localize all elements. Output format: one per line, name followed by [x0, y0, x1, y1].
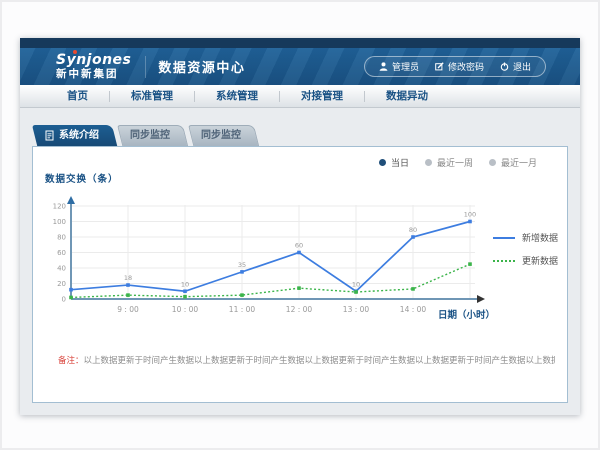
dotted-line-swatch-icon	[493, 260, 515, 262]
edit-icon	[435, 62, 444, 71]
nav-item-system-management[interactable]: 系统管理	[195, 85, 279, 107]
legend-label: 更新数据	[522, 254, 558, 267]
svg-text:10: 10	[181, 280, 189, 288]
app-window: Synjones 新中新集团 数据资源中心 管理员	[20, 38, 580, 415]
change-password-label: 修改密码	[448, 60, 484, 73]
document-icon	[45, 130, 54, 141]
svg-text:0: 0	[62, 296, 66, 304]
radio-today[interactable]: 当日	[379, 156, 409, 169]
tab-label: 系统介绍	[59, 125, 99, 146]
radio-last-month[interactable]: 最近一月	[489, 156, 537, 169]
radio-last-week[interactable]: 最近一周	[425, 156, 473, 169]
tab-label: 同步监控	[201, 125, 241, 146]
svg-text:14 : 00: 14 : 00	[400, 305, 427, 314]
svg-text:12 : 00: 12 : 00	[286, 305, 313, 314]
x-axis-label: 日期（小时）	[438, 307, 495, 321]
app-header: Synjones 新中新集团 数据资源中心 管理员	[20, 48, 580, 85]
user-label: 管理员	[392, 60, 419, 73]
tab-bar: 系统介绍 同步监控 同步监控	[32, 125, 570, 146]
chart-container: 0 20 40 60 80 100 120 9 : 00 10 : 00 11 : 00 12 : …	[47, 191, 492, 323]
svg-text:120: 120	[53, 203, 66, 211]
legend-item-updated-data: 更新数据	[493, 254, 558, 267]
user-menu[interactable]: 管理员	[371, 60, 427, 73]
header-divider	[145, 56, 146, 78]
brand-logo-text: Synjones	[56, 53, 131, 67]
svg-text:60: 60	[295, 242, 303, 250]
radio-label: 当日	[391, 156, 409, 169]
svg-text:11 : 00: 11 : 00	[229, 305, 256, 314]
content-area: 系统介绍 同步监控 同步监控 当日	[20, 108, 580, 403]
user-icon	[379, 62, 388, 71]
y-axis-label: 数据交换（条）	[45, 171, 119, 185]
footnote-label: 备注：	[58, 356, 84, 366]
radio-label: 最近一周	[437, 156, 473, 169]
tab-sync-monitor-1[interactable]: 同步监控	[117, 125, 183, 146]
chart-panel: 当日 最近一周 最近一月 数据交换（条） 0 20 40 60 80 100 120 9 : …	[32, 146, 568, 403]
svg-text:9 : 00: 9 : 00	[117, 305, 139, 314]
svg-text:80: 80	[409, 226, 417, 234]
chart-legend: 新增数据 更新数据	[493, 231, 558, 277]
legend-label: 新增数据	[522, 231, 558, 244]
svg-text:10: 10	[352, 280, 360, 288]
tab-sync-monitor-2[interactable]: 同步监控	[188, 125, 254, 146]
nav-item-home[interactable]: 首页	[46, 85, 109, 107]
time-range-radio-group: 当日 最近一周 最近一月	[379, 156, 537, 169]
svg-text:13 : 00: 13 : 00	[343, 305, 370, 314]
power-icon	[500, 62, 509, 71]
radio-dot-icon	[425, 159, 432, 166]
legend-item-new-data: 新增数据	[493, 231, 558, 244]
page-title: 数据资源中心	[158, 57, 245, 76]
solid-line-swatch-icon	[493, 237, 515, 239]
svg-text:40: 40	[57, 265, 66, 273]
svg-text:20: 20	[57, 280, 66, 288]
svg-text:18: 18	[124, 274, 132, 282]
svg-text:35: 35	[238, 261, 246, 269]
footnote: 备注：以上数据更新于时间产生数据以上数据更新于时间产生数据以上数据更新于时间产生…	[58, 354, 555, 366]
radio-dot-icon	[489, 159, 496, 166]
footnote-text: 以上数据更新于时间产生数据以上数据更新于时间产生数据以上数据更新于时间产生数据以…	[84, 356, 555, 366]
nav-item-standard-management[interactable]: 标准管理	[110, 85, 194, 107]
nav-item-data-change[interactable]: 数据异动	[365, 85, 449, 107]
svg-text:100: 100	[464, 211, 476, 219]
tab-label: 同步监控	[130, 125, 170, 146]
main-nav: 首页 标准管理 系统管理 对接管理 数据异动	[20, 85, 580, 108]
svg-text:10 : 00: 10 : 00	[172, 305, 199, 314]
header-top-strip	[20, 38, 580, 48]
radio-dot-icon	[379, 159, 386, 166]
svg-text:80: 80	[57, 234, 66, 242]
nav-item-docking-management[interactable]: 对接管理	[280, 85, 364, 107]
brand-logo-subtext: 新中新集团	[56, 69, 131, 80]
screen: Synjones 新中新集团 数据资源中心 管理员	[0, 0, 600, 450]
tab-system-intro[interactable]: 系统介绍	[32, 125, 112, 146]
user-toolbar: 管理员 修改密码 退出	[364, 56, 546, 77]
logout-button[interactable]: 退出	[492, 60, 539, 73]
line-chart: 0 20 40 60 80 100 120 9 : 00 10 : 00 11 : 00 12 : …	[47, 191, 492, 319]
change-password-button[interactable]: 修改密码	[427, 60, 492, 73]
svg-text:60: 60	[57, 249, 66, 257]
svg-text:100: 100	[53, 218, 66, 226]
logout-label: 退出	[513, 60, 531, 73]
brand-logo: Synjones 新中新集团	[56, 53, 131, 80]
radio-label: 最近一月	[501, 156, 537, 169]
